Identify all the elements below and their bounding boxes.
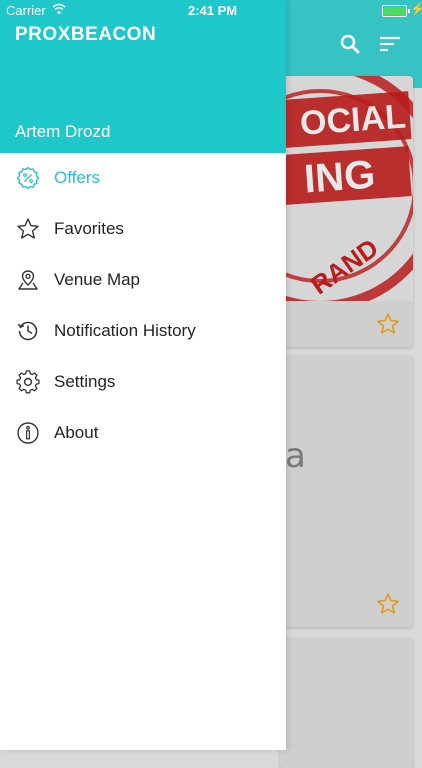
offer-card[interactable]: [280, 356, 413, 627]
menu-item-label: Settings: [54, 372, 116, 391]
gear-icon: [16, 370, 40, 394]
offer-card[interactable]: OCIAL ING RAND: [280, 76, 413, 347]
history-icon: [17, 321, 38, 341]
carrier-label: Carrier: [6, 3, 46, 18]
drawer-header: PROXBEACON Artem Drozd: [0, 0, 286, 153]
menu-item-offers[interactable]: Offers: [0, 153, 286, 204]
menu-item-label: Favorites: [54, 219, 124, 238]
percent-badge-icon: [16, 166, 40, 190]
menu-item-label: Offers: [54, 168, 100, 187]
menu-item-settings[interactable]: Settings: [0, 357, 286, 408]
menu-item-venue-map[interactable]: Venue Map: [0, 255, 286, 306]
stamp-text: ING: [303, 153, 377, 202]
menu-item-label: Notification History: [54, 321, 196, 340]
star-icon: [17, 218, 39, 239]
sort-icon[interactable]: [378, 32, 402, 56]
app-brand: PROXBEACON: [15, 24, 157, 45]
card-partial-text: a: [285, 436, 306, 476]
status-time: 2:41 PM: [188, 3, 238, 18]
stamp-text: OCIAL: [299, 97, 407, 142]
menu-item-label: Venue Map: [54, 270, 141, 289]
search-icon[interactable]: [338, 32, 362, 56]
status-bar: Carrier 2:41 PM ⚡: [0, 0, 422, 22]
user-name: Artem Drozd: [15, 122, 111, 141]
offer-image: OCIAL ING RAND: [280, 76, 413, 301]
menu-item-about[interactable]: About: [0, 408, 286, 459]
favorite-star-icon[interactable]: [376, 312, 400, 336]
favorite-star-icon[interactable]: [376, 592, 400, 616]
battery-icon: [382, 5, 410, 17]
offer-card[interactable]: [280, 638, 413, 768]
menu-item-label: About: [54, 423, 99, 442]
wifi-icon: [52, 3, 66, 15]
info-icon: [17, 422, 39, 444]
charging-icon: ⚡: [410, 2, 422, 16]
navigation-drawer: PROXBEACON Artem Drozd Offers Favorites: [0, 0, 286, 750]
map-pin-icon: [18, 270, 38, 290]
menu-item-favorites[interactable]: Favorites: [0, 204, 286, 255]
drawer-menu: Offers Favorites Venue Map Notification …: [0, 153, 286, 459]
menu-item-notification-history[interactable]: Notification History: [0, 306, 286, 357]
